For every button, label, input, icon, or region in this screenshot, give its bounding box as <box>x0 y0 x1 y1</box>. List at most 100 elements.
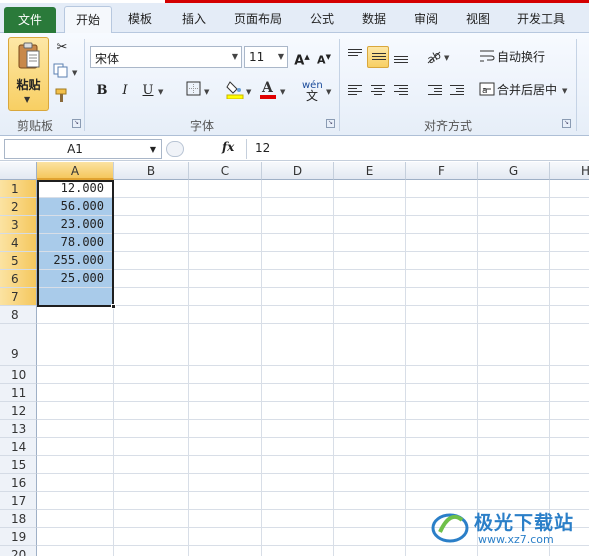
tab-data[interactable]: 数据 <box>352 6 396 33</box>
phonetic-dropdown-icon[interactable]: ▼ <box>326 88 331 96</box>
column-header-c[interactable]: C <box>189 162 262 180</box>
row-header-20[interactable]: 20 <box>0 546 37 556</box>
orientation-button[interactable]: ab <box>424 46 446 68</box>
tab-view[interactable]: 视图 <box>456 6 500 33</box>
row-header-18[interactable]: 18 <box>0 510 37 528</box>
row-header-7[interactable]: 7 <box>0 288 37 306</box>
tab-page-layout[interactable]: 页面布局 <box>228 6 288 33</box>
phonetic-button[interactable]: wén 文 <box>302 81 323 103</box>
tab-review[interactable]: 审阅 <box>404 6 448 33</box>
align-center-button[interactable] <box>367 79 389 101</box>
align-middle-button[interactable] <box>367 46 389 68</box>
cell-a5[interactable]: 255.000 <box>38 252 113 269</box>
tab-developer[interactable]: 开发工具 <box>508 6 574 33</box>
wrap-text-icon[interactable] <box>478 48 496 66</box>
chevron-down-icon: ▼ <box>231 52 238 61</box>
tab-template[interactable]: 模板 <box>118 6 162 33</box>
column-header-h[interactable]: H <box>550 162 589 180</box>
name-box[interactable]: A1 ▼ <box>4 139 162 159</box>
underline-dropdown-icon[interactable]: ▼ <box>158 88 163 96</box>
column-header-g[interactable]: G <box>478 162 550 180</box>
decrease-indent-button[interactable] <box>424 79 446 101</box>
cell-a6[interactable]: 25.000 <box>38 270 113 287</box>
font-color-dropdown-icon[interactable]: ▼ <box>280 88 285 96</box>
tab-home[interactable]: 开始 <box>64 6 112 34</box>
merge-center-button[interactable]: 合并后居中 <box>497 80 557 100</box>
copy-icon[interactable] <box>52 63 70 81</box>
row-header-15[interactable]: 15 <box>0 456 37 474</box>
row-header-14[interactable]: 14 <box>0 438 37 456</box>
increase-indent-button[interactable] <box>446 79 468 101</box>
cell-a1[interactable]: 12.000 <box>38 180 113 197</box>
gridline <box>188 180 189 556</box>
cell-a4[interactable]: 78.000 <box>38 234 113 251</box>
column-header-b[interactable]: B <box>114 162 189 180</box>
row-header-17[interactable]: 17 <box>0 492 37 510</box>
fill-color-dropdown-icon[interactable]: ▼ <box>246 88 251 96</box>
gridline <box>37 365 589 366</box>
cell-a3[interactable]: 23.000 <box>38 216 113 233</box>
shrink-font-button[interactable]: A▼ <box>314 47 334 67</box>
formula-bar-splitter[interactable] <box>166 141 184 157</box>
row-header-19[interactable]: 19 <box>0 528 37 546</box>
wrap-text-button[interactable]: 自动换行 <box>497 47 545 67</box>
copy-dropdown-icon[interactable]: ▼ <box>72 69 77 77</box>
border-dropdown-icon[interactable]: ▼ <box>204 88 209 96</box>
clipboard-launcher-icon[interactable]: ↘ <box>72 119 81 128</box>
row-header-11[interactable]: 11 <box>0 384 37 402</box>
paste-button[interactable]: 粘贴 ▼ <box>8 37 49 111</box>
row-header-13[interactable]: 13 <box>0 420 37 438</box>
gridline <box>333 180 334 556</box>
border-button[interactable] <box>183 81 203 101</box>
column-header-d[interactable]: D <box>262 162 334 180</box>
cell-a2[interactable]: 56.000 <box>38 198 113 215</box>
italic-button[interactable]: I <box>115 81 135 101</box>
group-divider <box>84 39 85 131</box>
row-header-16[interactable]: 16 <box>0 474 37 492</box>
tab-insert[interactable]: 插入 <box>172 6 216 33</box>
align-right-button[interactable] <box>390 79 412 101</box>
merge-dropdown-icon[interactable]: ▼ <box>562 87 567 95</box>
tab-file[interactable]: 文件 <box>4 7 56 33</box>
grow-font-button[interactable]: A▲ <box>292 47 312 68</box>
orientation-dropdown-icon[interactable]: ▼ <box>444 54 449 62</box>
row-header-8[interactable]: 8 <box>0 306 37 324</box>
font-name-combo[interactable]: 宋体 ▼ <box>90 46 242 68</box>
format-painter-icon[interactable] <box>53 87 71 105</box>
alignment-launcher-icon[interactable]: ↘ <box>562 119 571 128</box>
cell-a7[interactable] <box>38 288 113 305</box>
row-header-9[interactable]: 9 <box>0 324 37 366</box>
tab-formulas[interactable]: 公式 <box>300 6 344 33</box>
worksheet-grid[interactable]: ABCDEFGH 1 2 3 4 5 6 7 8 9 10 11 12 13 14 15 16 17 18 19 20… <box>0 162 589 556</box>
fill-color-button[interactable] <box>225 79 245 100</box>
font-size-combo[interactable]: 11 ▼ <box>244 46 288 68</box>
merge-center-icon[interactable]: a <box>478 81 496 99</box>
formula-input[interactable]: 12 <box>246 139 589 159</box>
insert-function-button[interactable]: fx <box>222 140 234 154</box>
formula-bar: A1 ▼ fx 12 <box>0 137 589 161</box>
align-bottom-button[interactable] <box>390 46 412 68</box>
font-launcher-icon[interactable]: ↘ <box>326 119 335 128</box>
bold-button[interactable]: B <box>92 81 112 101</box>
fill-handle[interactable] <box>111 304 116 309</box>
column-header-f[interactable]: F <box>406 162 478 180</box>
row-header-5[interactable]: 5 <box>0 252 37 270</box>
row-header-6[interactable]: 6 <box>0 270 37 288</box>
row-header-1[interactable]: 1 <box>0 180 37 198</box>
row-header-4[interactable]: 4 <box>0 234 37 252</box>
svg-text:a: a <box>482 86 488 96</box>
align-top-button[interactable] <box>344 46 366 68</box>
column-header-a[interactable]: A <box>37 162 114 180</box>
cut-icon[interactable]: ✂ <box>53 39 71 57</box>
font-color-button[interactable]: A <box>258 79 278 99</box>
underline-button[interactable]: U <box>138 81 158 101</box>
chevron-down-icon: ▼ <box>149 145 156 154</box>
row-header-2[interactable]: 2 <box>0 198 37 216</box>
font-group-label: 字体 <box>190 119 215 133</box>
row-header-12[interactable]: 12 <box>0 402 37 420</box>
row-header-3[interactable]: 3 <box>0 216 37 234</box>
row-header-10[interactable]: 10 <box>0 366 37 384</box>
align-left-button[interactable] <box>344 79 366 101</box>
select-all-corner[interactable] <box>0 162 37 180</box>
column-header-e[interactable]: E <box>334 162 406 180</box>
